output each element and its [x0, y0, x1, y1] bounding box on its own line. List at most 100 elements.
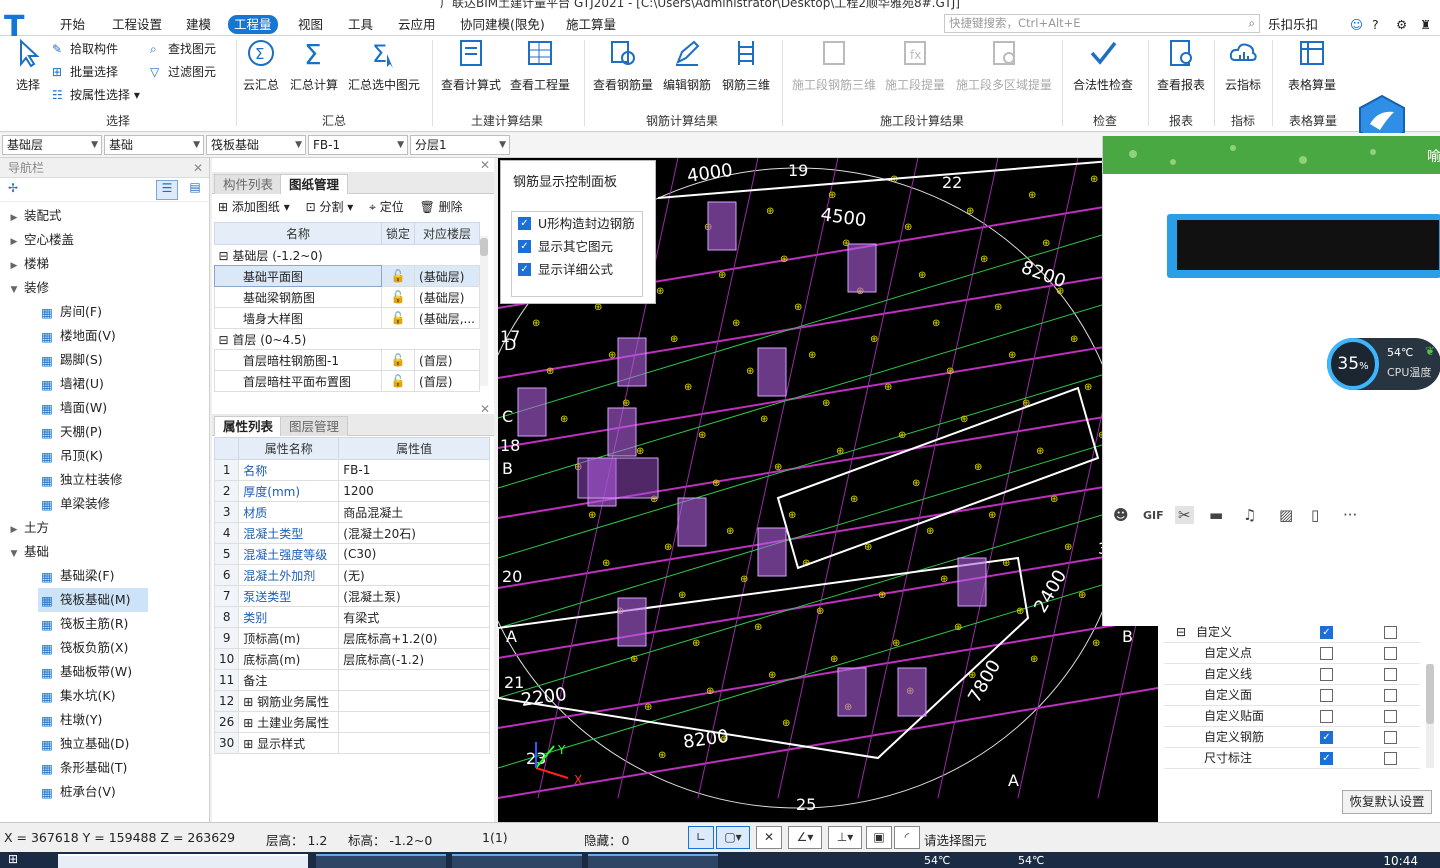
nav-item[interactable]: ▼ 装修: [8, 276, 49, 300]
nav-item[interactable]: ▦ 墙面(W): [38, 396, 107, 420]
nav-item[interactable]: ▦ 基础梁(F): [38, 564, 114, 588]
unlock-icon[interactable]: 🔓: [381, 286, 416, 308]
list-view-icon[interactable]: ☰: [156, 180, 178, 200]
expand-icon[interactable]: ⊞: [243, 695, 257, 709]
layer-visible-checkbox[interactable]: ✓: [1320, 626, 1333, 639]
menu-cloud[interactable]: 云应用: [392, 15, 442, 34]
menu-modeling[interactable]: 建模: [180, 15, 217, 34]
image-icon[interactable]: ▨: [1279, 506, 1293, 524]
search-icon[interactable]: ⌕: [1249, 15, 1255, 32]
component-combo[interactable]: FB-1 ▼: [308, 135, 408, 155]
layer-lock-checkbox[interactable]: [1384, 626, 1397, 639]
restore-default-button[interactable]: 恢复默认设置: [1342, 790, 1432, 814]
user-name[interactable]: 乐扣乐扣: [1262, 15, 1324, 34]
component-type-combo[interactable]: 筏板基础 ▼: [206, 135, 306, 155]
expand-right-icon[interactable]: ▶: [8, 230, 20, 254]
nav-item[interactable]: ▦ 墙裙(U): [38, 372, 104, 396]
table-calc-button[interactable]: 表格算量: [1280, 38, 1344, 93]
expand-icon[interactable]: ⊞: [243, 737, 257, 751]
scrollbar[interactable]: [1426, 664, 1434, 768]
settings-icon[interactable]: ⚙: [1390, 15, 1413, 34]
cloud-summary-button[interactable]: Σ 云汇总: [240, 38, 282, 93]
nav-item[interactable]: ▦ 柱墩(Y): [38, 708, 102, 732]
layer-visible-checkbox[interactable]: [1320, 668, 1333, 681]
table-row[interactable]: 墙身大样图 🔓 (基础层,...: [213, 307, 480, 329]
expand-icon[interactable]: ⊞: [243, 716, 257, 730]
layer-row[interactable]: 自定义线: [1164, 664, 1420, 685]
scrollbar[interactable]: [480, 236, 488, 386]
edit-rebar-button[interactable]: 编辑钢筋: [660, 38, 714, 93]
table-row[interactable]: ⊟ 首层 (0~4.5): [215, 329, 480, 350]
nav-item[interactable]: ▦ 条形基础(T): [38, 756, 127, 780]
view-report-button[interactable]: 查看报表: [1152, 38, 1210, 93]
close-icon[interactable]: ✕: [193, 158, 203, 178]
property-row[interactable]: 11 备注: [213, 669, 490, 691]
expand-right-icon[interactable]: ▶: [8, 254, 20, 278]
folder-icon[interactable]: ▬: [1209, 506, 1223, 524]
nav-item[interactable]: ▶ 楼梯: [8, 252, 49, 276]
layer-visible-checkbox[interactable]: [1320, 710, 1333, 723]
nav-item[interactable]: ▶ 土方: [8, 516, 49, 540]
split-button[interactable]: ⊡ 分割 ▾: [306, 200, 354, 214]
show-formula-checkbox[interactable]: ✓ 显示详细公式: [512, 258, 642, 281]
layer-lock-checkbox[interactable]: [1384, 731, 1397, 744]
tab-drawing-manager[interactable]: 图纸管理: [280, 174, 349, 194]
property-value[interactable]: 层底标高(-1.2): [338, 648, 490, 670]
shirt-icon[interactable]: ♜: [1414, 15, 1437, 34]
scissors-icon[interactable]: ✂: [1175, 506, 1194, 524]
floor-combo[interactable]: 基础层 ▼: [2, 135, 102, 155]
property-row[interactable]: 5 混凝土强度等级 (C30): [213, 543, 490, 565]
property-row[interactable]: 7 泵送类型 (混凝土泵): [213, 585, 490, 607]
nav-item[interactable]: ▦ 踢脚(S): [38, 348, 103, 372]
layer-lock-checkbox[interactable]: [1384, 647, 1397, 660]
view-quantity-button[interactable]: 查看工程量: [508, 38, 572, 93]
layer-visible-checkbox[interactable]: ✓: [1320, 731, 1333, 744]
property-row[interactable]: 8 类别 有梁式: [213, 606, 490, 628]
property-value[interactable]: [338, 732, 490, 754]
property-row[interactable]: 2 厚度(mm) 1200: [213, 480, 490, 502]
nav-item[interactable]: ▦ 楼地面(V): [38, 324, 116, 348]
taskbar-app-2[interactable]: [452, 854, 582, 868]
nav-item[interactable]: ▦ 独立柱装修: [38, 468, 122, 492]
chat-image-message[interactable]: [1167, 214, 1440, 278]
property-value[interactable]: 层底标高+1.2(0): [338, 627, 490, 649]
expand-down-icon[interactable]: ▼: [8, 278, 20, 302]
menu-start[interactable]: 开始: [54, 15, 91, 34]
more-icon[interactable]: ···: [1343, 506, 1357, 524]
taskbar-app-3[interactable]: [588, 854, 718, 868]
nav-item[interactable]: ▦ 集水坑(K): [38, 684, 115, 708]
property-row[interactable]: 10 底标高(m) 层底标高(-1.2): [213, 648, 490, 670]
nav-item[interactable]: ▦ 筏板主筋(R): [38, 612, 128, 636]
tab-layers[interactable]: 图层管理: [280, 416, 349, 436]
locate-button[interactable]: ⌖ 定位: [369, 200, 404, 214]
nav-item[interactable]: ▦ 基础板带(W): [38, 660, 132, 684]
property-value[interactable]: 有梁式: [338, 606, 490, 628]
add-drawing-button[interactable]: ⊞ 添加图纸 ▾: [218, 200, 290, 214]
property-value[interactable]: 1200: [338, 480, 490, 502]
detail-view-icon[interactable]: ▤: [184, 180, 206, 200]
property-value[interactable]: FB-1: [338, 459, 490, 481]
table-row[interactable]: 首层暗柱平面布置图 🔓 (首层): [213, 370, 480, 392]
layer-row[interactable]: 自定义钢筋 ✓: [1164, 727, 1420, 748]
show-other-checkbox[interactable]: ✓ 显示其它图元: [512, 235, 642, 258]
layer-lock-checkbox[interactable]: [1384, 689, 1397, 702]
property-row[interactable]: 6 混凝土外加剂 (无): [213, 564, 490, 586]
property-value[interactable]: (混凝土泵): [338, 585, 490, 607]
table-row[interactable]: ⊟ 基础层 (-1.2~0): [215, 245, 480, 266]
select-by-attr-button[interactable]: ☷ 按属性选择 ▾: [52, 86, 140, 103]
layer-lock-checkbox[interactable]: [1384, 752, 1397, 765]
layer-row[interactable]: 自定义面: [1164, 685, 1420, 706]
layer-visible-checkbox[interactable]: ✓: [1320, 752, 1333, 765]
taskbar-search[interactable]: [58, 854, 308, 868]
menu-quantity[interactable]: 工程量: [228, 15, 278, 34]
unlock-icon[interactable]: 🔓: [381, 349, 416, 371]
property-value[interactable]: [338, 711, 490, 733]
batch-select-button[interactable]: ⊞ 批量选择: [52, 63, 118, 80]
cross-icon[interactable]: ✕: [756, 826, 782, 849]
property-row[interactable]: 4 混凝土类型 (混凝土20石): [213, 522, 490, 544]
taskbar-app-1[interactable]: [316, 854, 446, 868]
nav-item[interactable]: ▦ 吊顶(K): [38, 444, 103, 468]
unlock-icon[interactable]: 🔓: [381, 307, 416, 329]
property-value[interactable]: [338, 669, 490, 691]
select-button[interactable]: 选择: [10, 38, 46, 93]
